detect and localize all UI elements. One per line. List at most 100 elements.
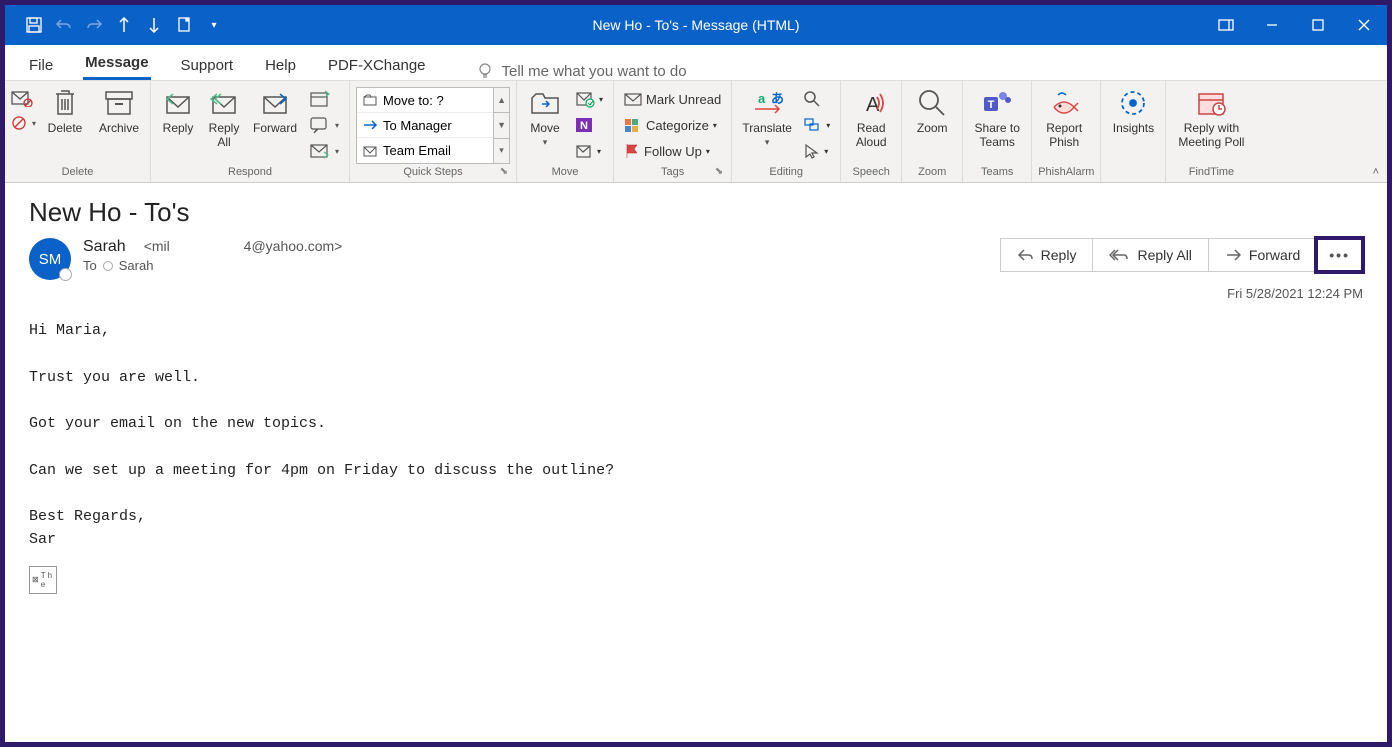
qat-customize-icon[interactable]: ▾ <box>205 16 223 34</box>
move-label: Move <box>530 121 559 135</box>
tab-file[interactable]: File <box>27 51 55 80</box>
reply-label: Reply <box>163 121 194 135</box>
meeting-reply-icon[interactable] <box>305 87 343 111</box>
group-zoom-label: Zoom <box>908 164 956 182</box>
qs-up-icon[interactable]: ▲ <box>494 88 509 113</box>
zoom-button[interactable]: Zoom <box>908 87 956 135</box>
mark-unread-button[interactable]: Mark Unread <box>620 87 725 111</box>
message-actions: Reply Reply All Forward ••• <box>1001 238 1363 272</box>
more-respond-icon[interactable]: ▾ <box>305 139 343 163</box>
redo-icon[interactable] <box>85 16 103 34</box>
tab-help[interactable]: Help <box>263 51 298 80</box>
translate-label: Translate <box>742 121 792 135</box>
forward-arrow-icon <box>1225 248 1241 262</box>
find-icon[interactable] <box>800 87 834 111</box>
rules-icon[interactable]: ▾ <box>571 87 607 111</box>
prev-item-icon[interactable] <box>115 16 133 34</box>
read-aloud-icon: A <box>855 87 887 119</box>
minimize-button[interactable] <box>1249 5 1295 45</box>
follow-up-button[interactable]: Follow Up▾ <box>620 139 725 163</box>
tab-message[interactable]: Message <box>83 48 150 80</box>
attachment-stub[interactable]: ⊠ T h e <box>29 566 57 594</box>
calendar-poll-icon <box>1195 87 1227 119</box>
reply-arrow-icon <box>1017 248 1033 262</box>
group-delete-label: Delete <box>11 164 144 182</box>
message-datetime: Fri 5/28/2021 12:24 PM <box>29 286 1363 301</box>
collapse-ribbon-icon[interactable]: ˄ <box>1373 166 1379 178</box>
qs-down-icon[interactable]: ▼ <box>494 113 509 138</box>
forward-button[interactable]: Forward <box>249 87 301 135</box>
ignore-icon[interactable] <box>11 89 36 107</box>
trash-icon <box>49 87 81 119</box>
ellipsis-icon: ••• <box>1329 247 1350 263</box>
reply-button[interactable]: Reply <box>157 87 199 135</box>
phish-icon <box>1048 87 1080 119</box>
meeting-poll-label: Reply with Meeting Poll <box>1178 121 1244 150</box>
group-findtime-label: FindTime <box>1172 164 1250 182</box>
ribbon-tabs: File Message Support Help PDF-XChange Te… <box>5 45 1387 81</box>
tab-support[interactable]: Support <box>179 51 236 80</box>
quick-steps-gallery[interactable]: Move to: ? To Manager Team Email <box>356 87 494 164</box>
onenote-icon[interactable]: N <box>571 113 607 137</box>
share-to-teams-button[interactable]: T Share to Teams <box>969 87 1025 150</box>
tab-pdf[interactable]: PDF-XChange <box>326 51 428 80</box>
move-button[interactable]: Move ▾ <box>523 87 567 148</box>
report-phish-button[interactable]: Report Phish <box>1038 87 1090 150</box>
group-respond-label: Respond <box>157 164 343 182</box>
print-icon[interactable] <box>175 16 193 34</box>
archive-button[interactable]: Archive <box>94 87 144 135</box>
tell-me-search[interactable]: Tell me what you want to do <box>476 62 687 80</box>
lightbulb-icon <box>476 62 494 80</box>
broken-image-icon: ⊠ <box>32 576 39 584</box>
report-phish-label: Report Phish <box>1046 121 1082 150</box>
group-move-label: Move <box>523 164 607 182</box>
svg-text:あ: あ <box>771 91 783 106</box>
ribbon: ▾ Delete Archive Delete Reply <box>5 81 1387 183</box>
tags-launcher-icon[interactable]: ⬊ <box>715 166 723 177</box>
svg-text:N: N <box>580 120 588 132</box>
select-icon[interactable]: ▾ <box>800 139 834 163</box>
more-actions-button[interactable]: ••• <box>1316 238 1363 272</box>
action-reply-button[interactable]: Reply <box>1000 238 1094 272</box>
related-icon[interactable]: ▾ <box>800 113 834 137</box>
insights-button[interactable]: Insights <box>1107 87 1159 135</box>
tell-me-label: Tell me what you want to do <box>502 63 687 80</box>
to-label: To <box>83 258 97 273</box>
arrow-right-icon <box>363 119 377 131</box>
group-quicksteps-label: Quick Steps <box>403 166 462 178</box>
teams-icon: T <box>981 87 1013 119</box>
mail-icon <box>363 145 377 157</box>
folder-move-icon <box>363 94 377 106</box>
translate-button[interactable]: aあ Translate ▾ <box>738 87 796 148</box>
recipient-presence-icon <box>103 261 113 271</box>
undo-icon[interactable] <box>55 16 73 34</box>
next-item-icon[interactable] <box>145 16 163 34</box>
reply-all-button[interactable]: Reply All <box>203 87 245 150</box>
forward-icon <box>259 87 291 119</box>
archive-label: Archive <box>99 121 139 135</box>
zoom-label: Zoom <box>917 121 948 135</box>
display-settings-icon[interactable] <box>1203 5 1249 45</box>
svg-text:a: a <box>758 91 766 106</box>
meeting-poll-button[interactable]: Reply with Meeting Poll <box>1172 87 1250 150</box>
reply-all-arrow-icon <box>1109 248 1129 262</box>
read-aloud-button[interactable]: A Read Aloud <box>847 87 895 150</box>
quicksteps-launcher-icon[interactable]: ⬊ <box>500 166 508 177</box>
categorize-button[interactable]: Categorize▾ <box>620 113 725 137</box>
delete-button[interactable]: Delete <box>40 87 90 135</box>
forward-label: Forward <box>253 121 297 135</box>
actions-icon[interactable]: ▾ <box>571 139 607 163</box>
group-editing-label: Editing <box>738 164 834 182</box>
save-icon[interactable] <box>25 16 43 34</box>
group-phish-label: PhishAlarm <box>1038 164 1094 182</box>
action-reply-all-button[interactable]: Reply All <box>1092 238 1208 272</box>
junk-icon[interactable]: ▾ <box>11 115 36 131</box>
avatar[interactable]: SM <box>29 238 71 280</box>
close-button[interactable] <box>1341 5 1387 45</box>
to-name: Sarah <box>119 258 154 273</box>
zoom-icon <box>916 87 948 119</box>
maximize-button[interactable] <box>1295 5 1341 45</box>
action-forward-button[interactable]: Forward <box>1208 238 1317 272</box>
im-reply-icon[interactable]: ▾ <box>305 113 343 137</box>
qs-more-icon[interactable]: ▾ <box>494 139 509 163</box>
